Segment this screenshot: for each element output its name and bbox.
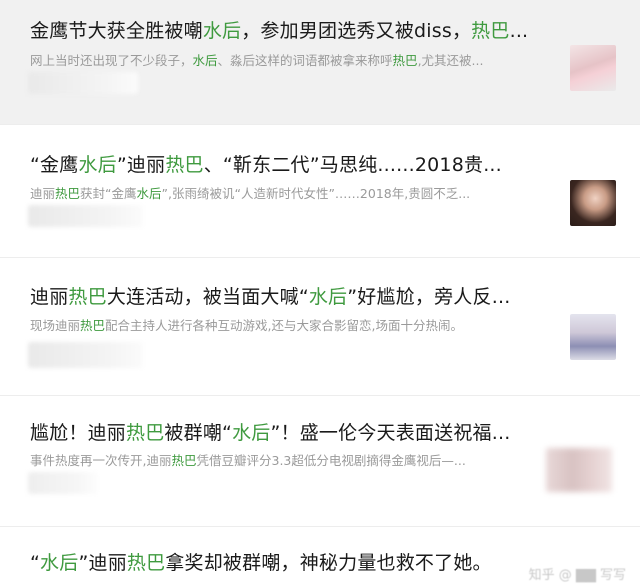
text-segment: 拿奖却被群嘲，神秘力量也救不了她。	[165, 552, 492, 574]
keyword-highlight: 水后	[40, 552, 79, 574]
keyword-highlight: 水后	[202, 20, 242, 42]
result-item[interactable]: 迪丽热巴大连活动，被当面大喊“水后”好尴尬，旁人反... 现场迪丽热巴配合主持人…	[0, 258, 640, 396]
text-segment: 大连活动，被当面大喊“	[106, 286, 309, 308]
result-thumbnail[interactable]	[570, 180, 616, 226]
text-segment: 获封“金鹰	[80, 186, 137, 201]
keyword-highlight: 水后	[78, 154, 117, 176]
result-title[interactable]: 金鹰节大获全胜被嘲水后，参加男团选秀又被diss，热巴...	[30, 19, 528, 43]
text-segment: 现场迪丽	[30, 318, 81, 333]
text-segment: ，参加男团选秀又被diss，	[241, 20, 472, 42]
keyword-highlight: 水后	[136, 186, 162, 201]
result-title[interactable]: “金鹰水后”迪丽热巴、“靳东二代”马思纯......2018贵...	[30, 153, 502, 177]
keyword-highlight: 热巴	[126, 552, 166, 574]
text-segment: 、淼后这样的词语都被拿来称呼	[217, 53, 393, 68]
text-segment: 金鹰节大获全胜被嘲	[30, 20, 203, 42]
result-title[interactable]: “水后”迪丽热巴拿奖却被群嘲，神秘力量也救不了她。	[30, 551, 492, 575]
keyword-highlight: 水后	[232, 422, 271, 444]
text-segment: “	[30, 552, 41, 574]
text-segment: ”！盛一伦今天表面送祝福...	[270, 422, 511, 444]
text-segment: 事件热度再一次传开,迪丽	[30, 453, 172, 468]
result-thumbnail[interactable]	[546, 448, 612, 492]
result-item[interactable]: “金鹰水后”迪丽热巴、“靳东二代”马思纯......2018贵... 迪丽热巴获…	[0, 125, 640, 258]
result-source-meta	[28, 342, 143, 368]
keyword-highlight: 热巴	[80, 318, 106, 333]
result-title[interactable]: 迪丽热巴大连活动，被当面大喊“水后”好尴尬，旁人反...	[30, 285, 510, 309]
result-source-meta	[28, 205, 143, 227]
result-item[interactable]: 金鹰节大获全胜被嘲水后，参加男团选秀又被diss，热巴... 网上当时还出现了不…	[0, 0, 640, 125]
keyword-highlight: 热巴	[126, 422, 165, 444]
keyword-highlight: 热巴	[68, 286, 107, 308]
result-title[interactable]: 尴尬！迪丽热巴被群嘲“水后”！盛一伦今天表面送祝福...	[30, 421, 510, 445]
text-segment: “金鹰	[30, 154, 79, 176]
text-segment: 凭借豆瓣评分3.3超低分电视剧摘得金鹰视后—...	[196, 453, 466, 468]
text-segment: ”迪丽	[116, 154, 166, 176]
text-segment: ”迪丽	[78, 552, 127, 574]
keyword-highlight: 水后	[192, 53, 218, 68]
text-segment: 尴尬！迪丽	[30, 422, 127, 444]
text-segment: ”,张雨绮被讥“人造新时代女性”……2018年,贵圆不乏...	[161, 186, 471, 201]
result-snippet: 事件热度再一次传开,迪丽热巴凭借豆瓣评分3.3超低分电视剧摘得金鹰视后—...	[30, 453, 535, 469]
text-segment: ,尤其还被...	[417, 53, 484, 68]
result-snippet: 现场迪丽热巴配合主持人进行各种互动游戏,还与大家合影留恋,场面十分热闹。	[30, 318, 535, 334]
keyword-highlight: 热巴	[392, 53, 418, 68]
text-segment: 迪丽	[30, 286, 69, 308]
result-snippet: 迪丽热巴获封“金鹰水后”,张雨绮被讥“人造新时代女性”……2018年,贵圆不乏.…	[30, 186, 535, 202]
result-thumbnail[interactable]	[570, 45, 616, 91]
keyword-highlight: 热巴	[165, 154, 204, 176]
text-segment: 被群嘲“	[164, 422, 233, 444]
keyword-highlight: 热巴	[471, 20, 510, 42]
text-segment: 网上当时还出现了不少段子，	[30, 53, 193, 68]
text-segment: 迪丽	[30, 186, 56, 201]
text-segment: 、“靳东二代”马思纯......2018贵...	[203, 154, 502, 176]
text-segment: ...	[509, 20, 529, 42]
watermark: 知乎 @ ▇▇ 写写	[528, 568, 626, 583]
keyword-highlight: 热巴	[171, 453, 197, 468]
keyword-highlight: 水后	[308, 286, 348, 308]
keyword-highlight: 热巴	[55, 186, 81, 201]
result-item[interactable]: 尴尬！迪丽热巴被群嘲“水后”！盛一伦今天表面送祝福... 事件热度再一次传开,迪…	[0, 396, 640, 527]
result-thumbnail[interactable]	[570, 314, 616, 360]
result-source-meta	[28, 72, 138, 94]
result-snippet: 网上当时还出现了不少段子，水后、淼后这样的词语都被拿来称呼热巴,尤其还被...	[30, 53, 535, 69]
text-segment: 配合主持人进行各种互动游戏,还与大家合影留恋,场面十分热闹。	[105, 318, 463, 333]
result-source-meta	[28, 472, 98, 494]
text-segment: ”好尴尬，旁人反...	[347, 286, 511, 308]
